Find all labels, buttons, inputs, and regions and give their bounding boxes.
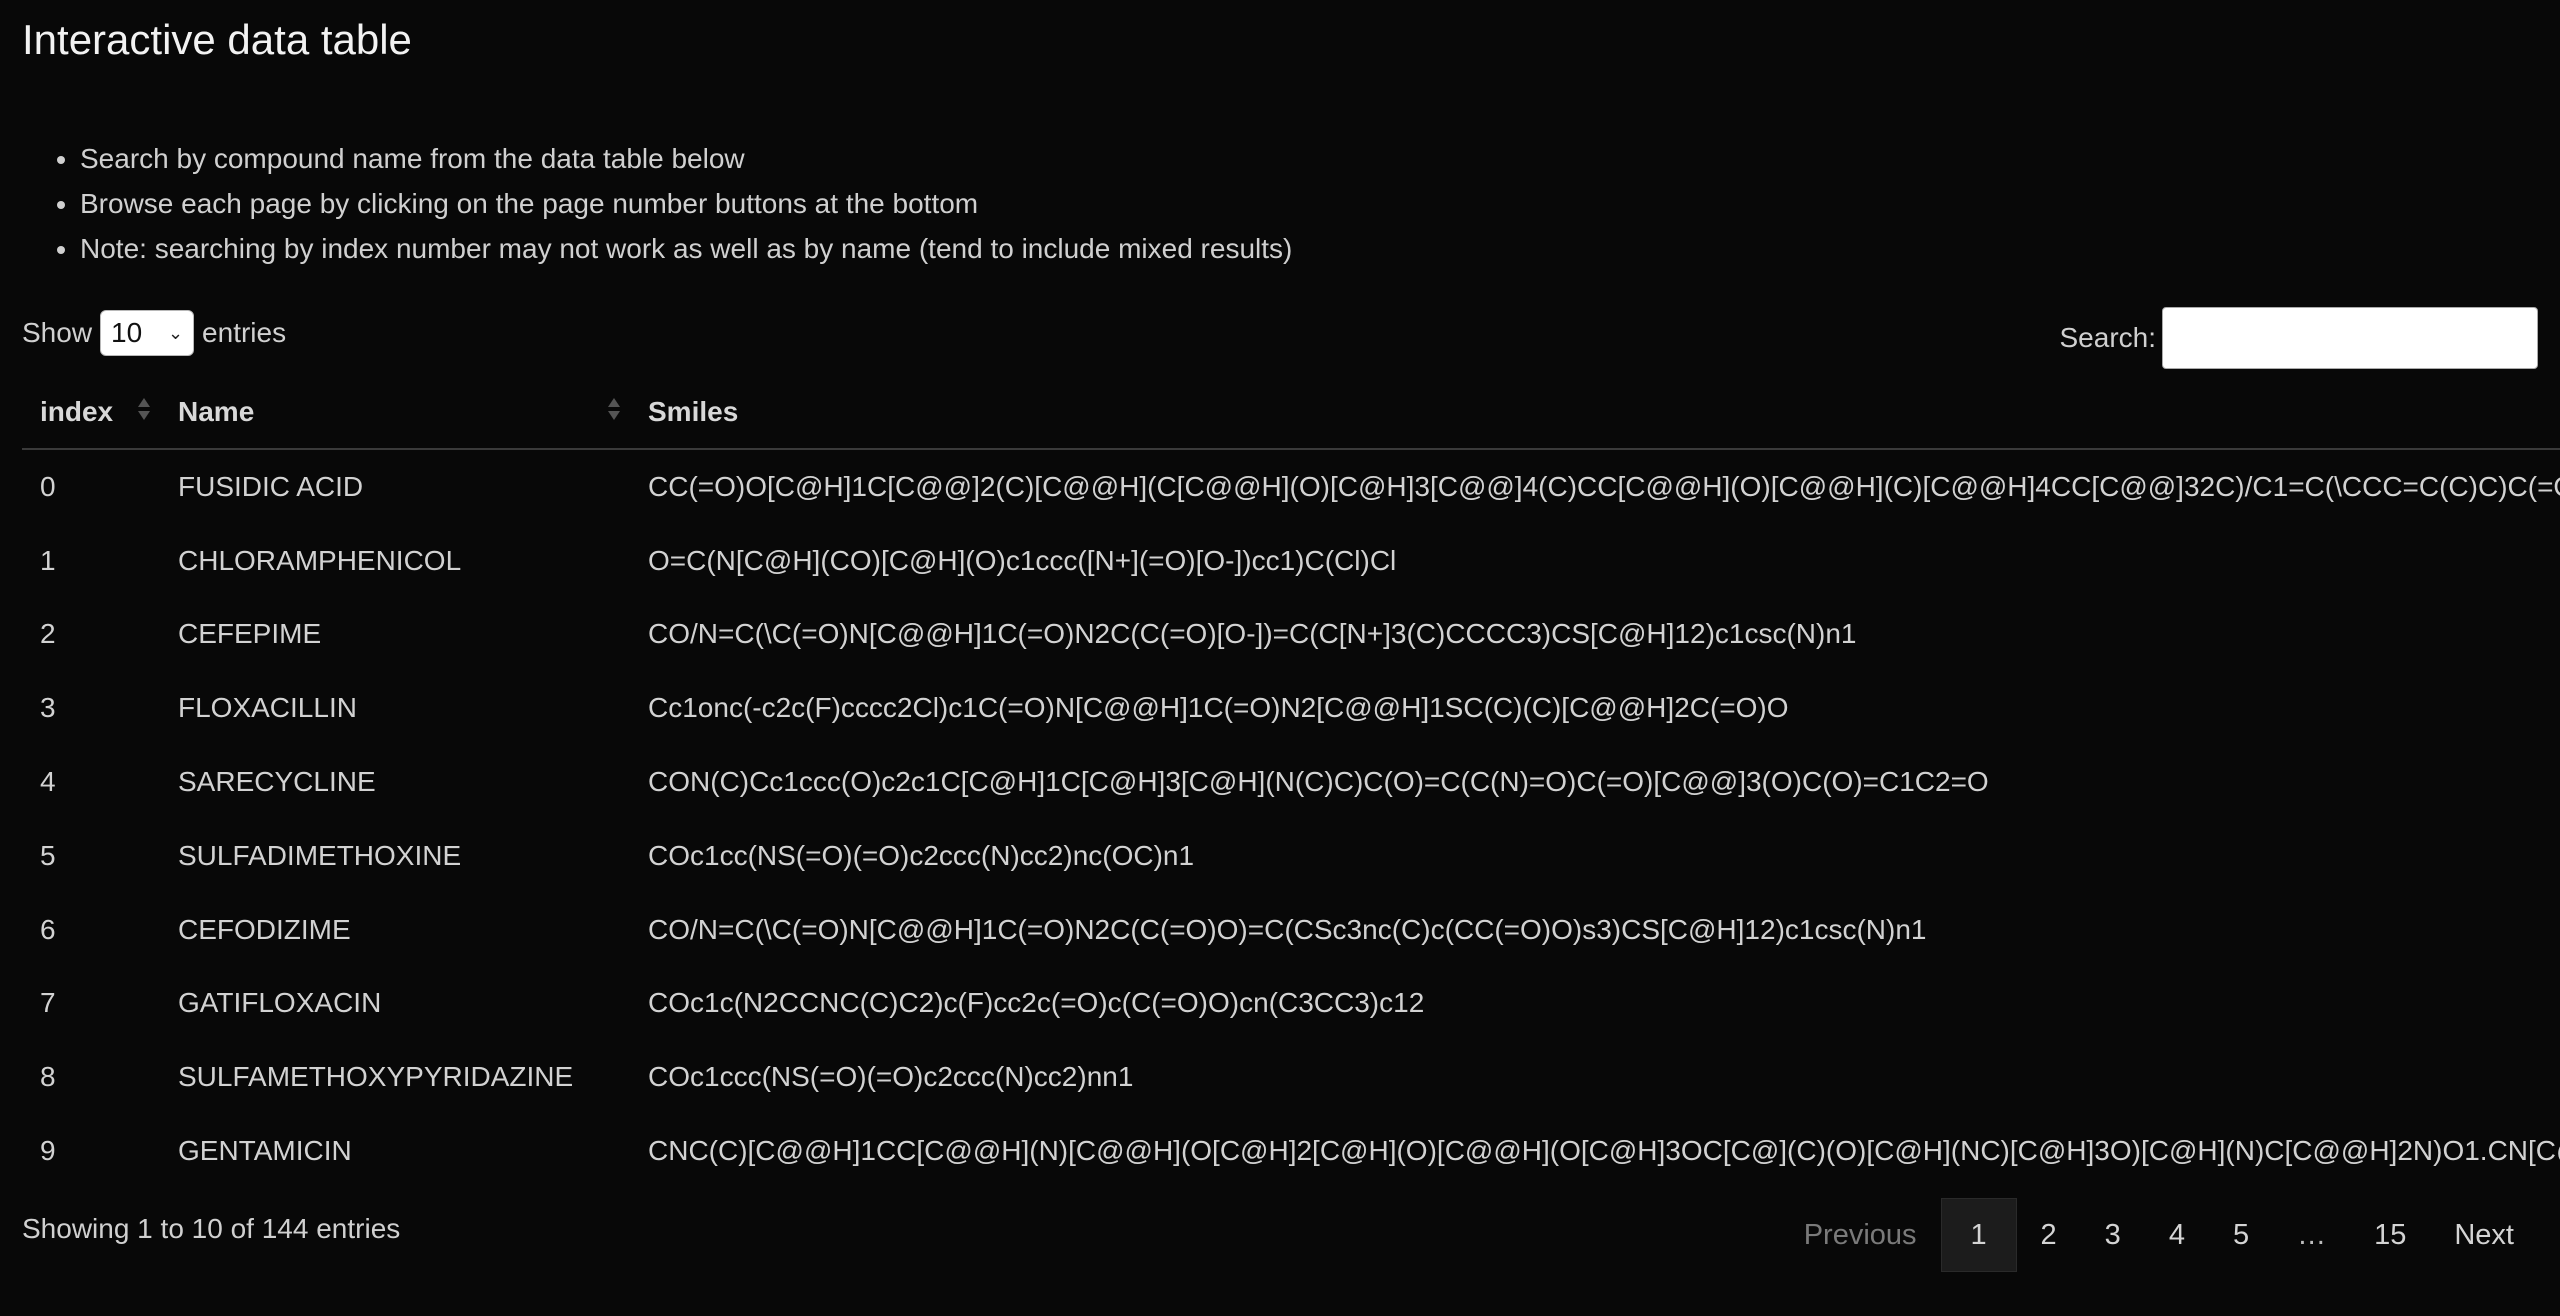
- cell-smiles: COc1c(N2CCNC(C)C2)c(F)cc2c(=O)c(C(=O)O)c…: [648, 987, 1425, 1019]
- cell-name: GATIFLOXACIN: [178, 987, 382, 1019]
- cell-smiles: CC(=O)O[C@H]1C[C@@]2(C)[C@@H](C[C@@H](O)…: [648, 470, 2560, 502]
- cell-name: SULFADIMETHOXINE: [178, 839, 462, 871]
- cell-index: 3: [40, 692, 56, 724]
- entries-length-control: Show 10 ⌄ entries: [22, 308, 286, 358]
- cell-name: FUSIDIC ACID: [178, 470, 364, 502]
- cell-index: 6: [40, 913, 56, 945]
- table-row: 0 FUSIDIC ACID CC(=O)O[C@H]1C[C@@]2(C)[C…: [22, 449, 2560, 524]
- cell-smiles: CO/N=C(\C(=O)N[C@@H]1C(=O)N2C(C(=O)O)=C(…: [648, 913, 1927, 945]
- table-row: 5 SULFADIMETHOXINE COc1cc(NS(=O)(=O)c2cc…: [22, 819, 2560, 893]
- page-button-15[interactable]: 15: [2350, 1198, 2430, 1272]
- page-button-5[interactable]: 5: [2209, 1198, 2273, 1272]
- instruction-item: Note: searching by index number may not …: [80, 226, 1292, 271]
- entries-per-page-select[interactable]: 10 ⌄: [100, 310, 195, 356]
- table-row: 7 GATIFLOXACIN COc1c(N2CCNC(C)C2)c(F)cc2…: [22, 967, 2560, 1041]
- next-page-button[interactable]: Next: [2430, 1198, 2538, 1272]
- cell-index: 0: [40, 470, 56, 502]
- instruction-item: Search by compound name from the data ta…: [80, 136, 1292, 181]
- cell-index: 1: [40, 544, 56, 576]
- table-row: 2 CEFEPIME CO/N=C(\C(=O)N[C@@H]1C(=O)N2C…: [22, 598, 2560, 672]
- cell-index: 5: [40, 839, 56, 871]
- cell-smiles: Cc1onc(-c2c(F)cccc2Cl)c1C(=O)N[C@@H]1C(=…: [648, 692, 1789, 724]
- cell-index: 9: [40, 1135, 56, 1167]
- table-row: 8 SULFAMETHOXYPYRIDAZINE COc1ccc(NS(=O)(…: [22, 1040, 2560, 1114]
- column-header-label: Smiles: [648, 396, 739, 427]
- page-button-4[interactable]: 4: [2145, 1198, 2209, 1272]
- instructions-list: Search by compound name from the data ta…: [30, 136, 1292, 271]
- cell-smiles: O=C(N[C@H](CO)[C@H](O)c1ccc([N+](=O)[O-]…: [648, 544, 1397, 576]
- column-header-index[interactable]: index: [22, 376, 160, 450]
- page-button-1[interactable]: 1: [1940, 1198, 2017, 1272]
- page: Interactive data table Search by compoun…: [0, 0, 2560, 1316]
- table-row: 3 FLOXACILLIN Cc1onc(-c2c(F)cccc2Cl)c1C(…: [22, 671, 2560, 745]
- cell-name: GENTAMICIN: [178, 1135, 352, 1167]
- pagination-ellipsis: …: [2297, 1218, 2327, 1251]
- cell-index: 2: [40, 618, 56, 650]
- cell-smiles: CON(C)Cc1ccc(O)c2c1C[C@H]1C[C@H]3[C@H](N…: [648, 766, 1989, 798]
- table-row: 9 GENTAMICIN CNC(C)[C@@H]1CC[C@@H](N)[C@…: [22, 1114, 2560, 1188]
- cell-smiles: CNC(C)[C@@H]1CC[C@@H](N)[C@@H](O[C@H]2[C…: [648, 1135, 2560, 1167]
- compounds-table: index Name Smiles 0 FUSIDIC ACID CC(=O)O…: [22, 376, 2560, 1188]
- entries-label: entries: [202, 317, 287, 348]
- cell-index: 7: [40, 987, 56, 1019]
- search-control: Search:: [2059, 307, 2538, 369]
- page-button-3[interactable]: 3: [2081, 1198, 2145, 1272]
- column-header-smiles: Smiles: [630, 376, 2560, 450]
- column-header-label: index: [40, 396, 114, 427]
- table-header-row: index Name Smiles: [22, 376, 2560, 450]
- sort-icon: [608, 398, 620, 420]
- cell-index: 8: [40, 1061, 56, 1093]
- search-label: Search:: [2059, 322, 2157, 353]
- sort-icon: [138, 398, 150, 420]
- pagination: Previous 1 2 3 4 5 … 15 Next: [1780, 1198, 2538, 1272]
- cell-name: SULFAMETHOXYPYRIDAZINE: [178, 1061, 574, 1093]
- entries-per-page-value: 10: [111, 317, 143, 348]
- cell-name: SARECYCLINE: [178, 766, 376, 798]
- search-input[interactable]: [2162, 307, 2538, 369]
- cell-name: CEFODIZIME: [178, 913, 351, 945]
- cell-name: FLOXACILLIN: [178, 692, 357, 724]
- chevron-down-icon: ⌄: [167, 322, 184, 343]
- cell-name: CEFEPIME: [178, 618, 322, 650]
- table-info: Showing 1 to 10 of 144 entries: [22, 1213, 401, 1244]
- cell-smiles: COc1cc(NS(=O)(=O)c2ccc(N)cc2)nc(OC)n1: [648, 839, 1195, 871]
- page-title: Interactive data table: [22, 16, 412, 63]
- previous-page-button[interactable]: Previous: [1780, 1198, 1941, 1272]
- table-row: 6 CEFODIZIME CO/N=C(\C(=O)N[C@@H]1C(=O)N…: [22, 893, 2560, 967]
- column-header-name[interactable]: Name: [160, 376, 630, 450]
- page-button-2[interactable]: 2: [2017, 1198, 2081, 1272]
- cell-smiles: COc1ccc(NS(=O)(=O)c2ccc(N)cc2)nn1: [648, 1061, 1134, 1093]
- cell-smiles: CO/N=C(\C(=O)N[C@@H]1C(=O)N2C(C(=O)[O-])…: [648, 618, 1857, 650]
- table-row: 4 SARECYCLINE CON(C)Cc1ccc(O)c2c1C[C@H]1…: [22, 745, 2560, 819]
- table-row: 1 CHLORAMPHENICOL O=C(N[C@H](CO)[C@H](O)…: [22, 524, 2560, 598]
- cell-index: 4: [40, 766, 56, 798]
- column-header-label: Name: [178, 396, 255, 427]
- instruction-item: Browse each page by clicking on the page…: [80, 181, 1292, 226]
- show-label: Show: [22, 317, 93, 348]
- cell-name: CHLORAMPHENICOL: [178, 544, 462, 576]
